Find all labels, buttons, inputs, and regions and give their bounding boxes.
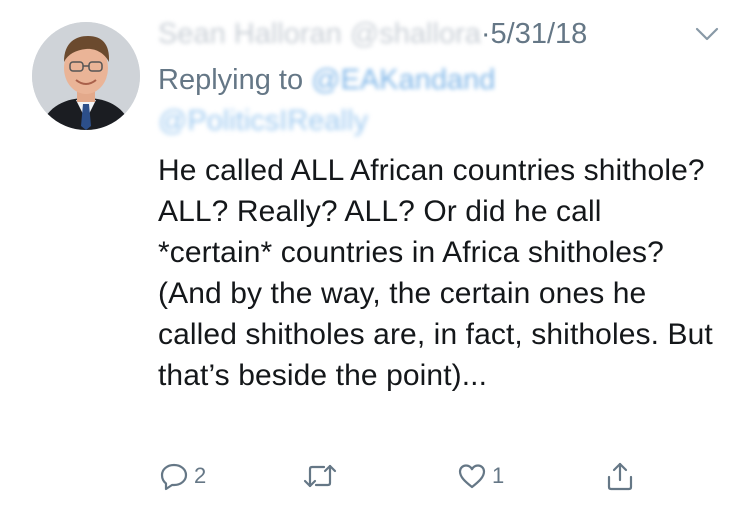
chevron-down-icon[interactable] [694, 24, 720, 44]
retweet-button[interactable] [302, 456, 342, 496]
author-handle[interactable]: @shallora [350, 18, 481, 50]
tweet-date[interactable]: 5/31/18 [491, 18, 588, 50]
heart-icon [456, 460, 488, 492]
like-button[interactable]: 1 [456, 456, 504, 496]
tweet: Sean Halloran @shallora·5/31/18 Replying… [0, 0, 750, 509]
date-separator: · [480, 18, 491, 50]
retweet-icon [302, 460, 338, 492]
tweet-text: He called ALL African countries shithole… [158, 154, 713, 392]
reply-button[interactable]: 2 [158, 456, 206, 496]
reply-icon [158, 460, 190, 492]
author-name[interactable]: Sean Halloran [158, 18, 342, 50]
tweet-header: Sean Halloran @shallora·5/31/18 [158, 14, 718, 54]
share-button[interactable] [604, 456, 636, 496]
replying-mention-2[interactable]: @PoliticsIReally [158, 101, 678, 142]
replying-prefix: Replying to [158, 64, 304, 96]
tweet-actions: 2 1 [158, 456, 678, 496]
reply-count: 2 [194, 463, 207, 488]
avatar[interactable] [32, 22, 140, 130]
replying-mention-1[interactable]: @EAKandand [311, 64, 495, 96]
share-icon [604, 460, 636, 492]
like-count: 1 [492, 463, 505, 488]
replying-to: Replying to @EAKandand @PoliticsIReally [158, 60, 678, 142]
